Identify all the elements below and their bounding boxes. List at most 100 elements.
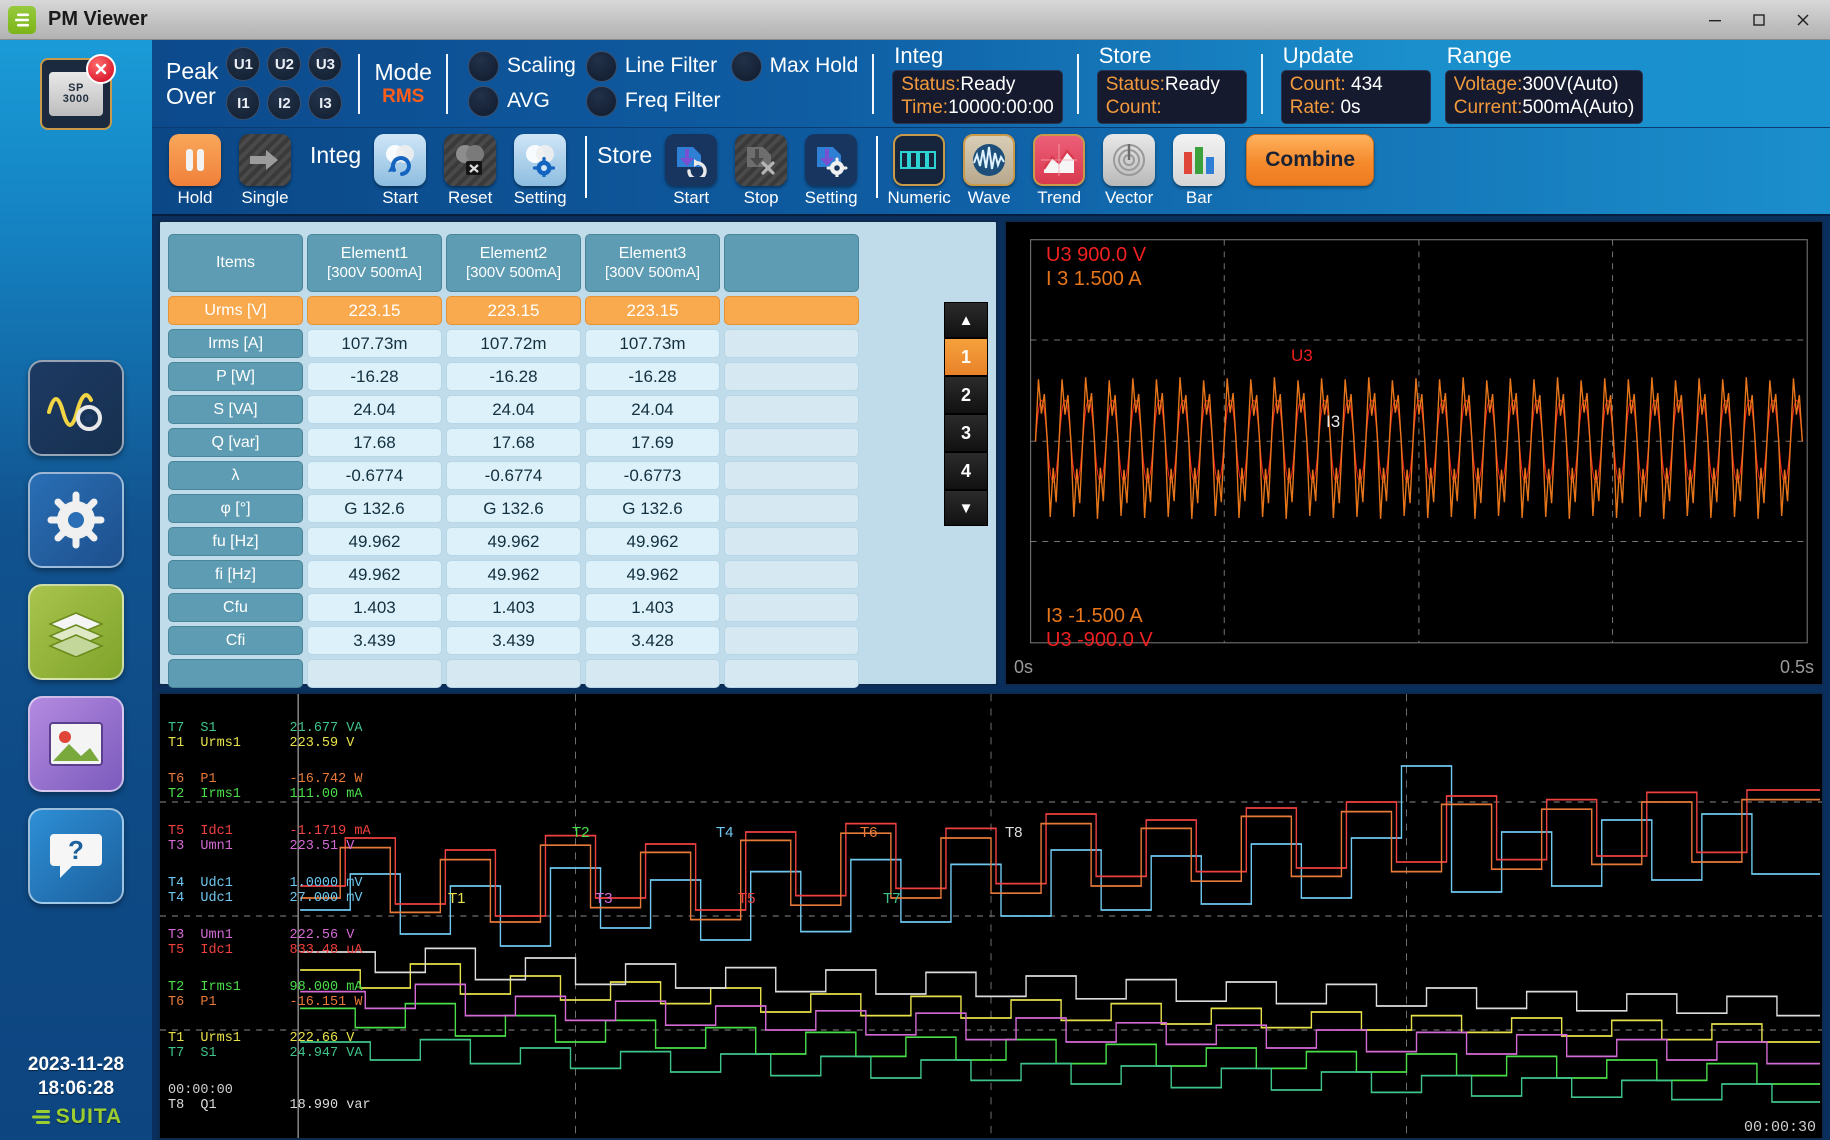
channel-u3[interactable]: U3 xyxy=(308,47,342,81)
divider xyxy=(358,54,360,114)
table-header-element2: Element2 [300V 500mA] xyxy=(446,234,581,292)
table-row[interactable]: P [W] -16.28 -16.28 -16.28 xyxy=(168,362,936,391)
channel-indicators: U1 U2 U3 I1 I2 I3 xyxy=(226,47,344,120)
wave-label-i3-max: I 3 1.500 A xyxy=(1046,268,1142,291)
page-button-1[interactable]: 1 xyxy=(944,338,988,376)
store-start-icon xyxy=(665,134,717,186)
page-button-2[interactable]: 2 xyxy=(944,376,988,414)
brand-logo: SUITA xyxy=(0,1104,152,1130)
table-row[interactable]: Cfi 3.439 3.439 3.428 xyxy=(168,626,936,655)
cell-e2: -16.28 xyxy=(446,362,581,391)
tool-store-start[interactable]: Start xyxy=(660,134,722,208)
trend-panel[interactable]: T1 Urms1 223.59 V T2 Irms1 111.00 mA T3 … xyxy=(158,692,1824,1140)
integ-title: Integ xyxy=(892,43,1062,69)
channel-i1[interactable]: I1 xyxy=(226,86,260,120)
tool-integ-reset[interactable]: Reset xyxy=(439,134,501,208)
tab-trend[interactable]: Trend xyxy=(1028,134,1090,208)
header-title: Element2 xyxy=(480,244,548,263)
mode-value[interactable]: RMS xyxy=(374,86,432,108)
channel-i3[interactable]: I3 xyxy=(308,86,342,120)
toggle-indicator-icon xyxy=(731,51,762,82)
store-status-value: Ready xyxy=(1165,74,1220,95)
table-row[interactable]: Urms [V] 223.15 223.15 223.15 xyxy=(168,296,936,325)
device-status-tile[interactable]: SP 3000 xyxy=(40,58,112,130)
cell-e2: 107.72m xyxy=(446,329,581,358)
update-rate-key: Rate: xyxy=(1290,97,1335,118)
page-button-3[interactable]: 3 xyxy=(944,414,988,452)
tab-bar[interactable]: Bar xyxy=(1168,134,1230,208)
cell-e2: 1.403 xyxy=(446,593,581,622)
numeric-icon xyxy=(893,134,945,186)
minimize-button[interactable] xyxy=(1694,3,1736,37)
tool-store-setting[interactable]: Setting xyxy=(800,134,862,208)
table-row[interactable]: Q [var] 17.68 17.68 17.69 xyxy=(168,428,936,457)
cell-e3: -16.28 xyxy=(585,362,720,391)
table-row[interactable] xyxy=(168,659,936,688)
toggle-max-hold[interactable]: Max Hold xyxy=(731,51,859,82)
wave-trace-label-i3: I3 xyxy=(1326,412,1340,432)
cell-e1: 1.403 xyxy=(307,593,442,622)
toggle-max-hold-label: Max Hold xyxy=(770,54,859,78)
trend-marker-t4: T4 xyxy=(716,824,734,841)
page-button-4[interactable]: 4 xyxy=(944,452,988,490)
sidebar-item-help[interactable]: ? xyxy=(28,808,124,904)
table-row[interactable]: λ -0.6774 -0.6774 -0.6773 xyxy=(168,461,936,490)
sidebar-item-waveform-settings[interactable] xyxy=(28,360,124,456)
channel-u1[interactable]: U1 xyxy=(226,47,260,81)
main-content: Peak Over U1 U2 U3 I1 I2 I3 Mode RMS Sca xyxy=(152,40,1830,1140)
header-sub: [300V 500mA] xyxy=(327,264,422,282)
maximize-button[interactable] xyxy=(1738,3,1780,37)
integ-setting-icon xyxy=(514,134,566,186)
toolbar-group-integ-label: Integ xyxy=(310,142,361,169)
table-row[interactable]: Irms [A] 107.73m 107.72m 107.73m xyxy=(168,329,936,358)
close-button[interactable] xyxy=(1782,3,1824,37)
sidebar-item-layers[interactable] xyxy=(28,584,124,680)
pause-icon xyxy=(169,134,221,186)
tab-vector[interactable]: Vector xyxy=(1098,134,1160,208)
wave-panel[interactable]: U3 900.0 V I 3 1.500 A I3 -1.500 A U3 -9… xyxy=(1004,220,1824,686)
store-count-key: Count: xyxy=(1106,97,1162,118)
toggle-scaling-label: Scaling xyxy=(507,54,576,78)
table-row[interactable]: fu [Hz] 49.962 49.962 49.962 xyxy=(168,527,936,556)
trend-plot xyxy=(160,694,1822,1138)
toggle-avg-label: AVG xyxy=(507,89,550,113)
toggle-freq-filter[interactable]: Freq Filter xyxy=(586,86,721,117)
combine-button[interactable]: Combine xyxy=(1246,134,1374,186)
integ-time-value: 10000:00:00 xyxy=(948,97,1054,118)
channel-u2[interactable]: U2 xyxy=(267,47,301,81)
row-label: λ xyxy=(168,461,303,490)
tool-store-stop-label: Stop xyxy=(744,188,779,208)
tool-integ-setting[interactable]: Setting xyxy=(509,134,571,208)
tab-numeric[interactable]: Numeric xyxy=(888,134,950,208)
sidebar-item-image-export[interactable] xyxy=(28,696,124,792)
tool-single[interactable]: Single xyxy=(234,134,296,208)
table-row[interactable]: S [VA] 24.04 24.04 24.04 xyxy=(168,395,936,424)
legend-row-t6: T6 P1 -16.742 W xyxy=(168,771,371,788)
sidebar-item-settings[interactable] xyxy=(28,472,124,568)
table-row[interactable]: φ [°] G 132.6 G 132.6 G 132.6 xyxy=(168,494,936,523)
toggle-scaling[interactable]: Scaling xyxy=(468,51,576,82)
table-row[interactable]: Cfu 1.403 1.403 1.403 xyxy=(168,593,936,622)
table-row[interactable]: fi [Hz] 49.962 49.962 49.962 xyxy=(168,560,936,589)
trend-marker-t8: T8 xyxy=(1005,824,1023,841)
page-up-button[interactable]: ▲ xyxy=(944,302,988,338)
cell-e3: 223.15 xyxy=(585,296,720,325)
cell-e2: 49.962 xyxy=(446,560,581,589)
svg-text:?: ? xyxy=(68,835,84,865)
row-label: φ [°] xyxy=(168,494,303,523)
legend-row-t1: T1 Urms1 222.66 V xyxy=(168,1030,371,1047)
tool-hold[interactable]: Hold xyxy=(164,134,226,208)
cell-e2: 17.68 xyxy=(446,428,581,457)
tool-store-stop[interactable]: Stop xyxy=(730,134,792,208)
window-title: PM Viewer xyxy=(48,8,148,31)
channel-i2[interactable]: I2 xyxy=(267,86,301,120)
toggle-avg[interactable]: AVG xyxy=(468,86,576,117)
page-down-button[interactable]: ▼ xyxy=(944,490,988,526)
cell-e2 xyxy=(446,659,581,688)
tool-integ-start[interactable]: Start xyxy=(369,134,431,208)
toggle-line-filter[interactable]: Line Filter xyxy=(586,51,721,82)
peak-over-line1: Peak xyxy=(166,59,218,83)
header-title: Element1 xyxy=(341,244,409,263)
tab-wave[interactable]: Wave xyxy=(958,134,1020,208)
legend-row-t3: T3 Umn1 222.56 V xyxy=(168,927,371,944)
